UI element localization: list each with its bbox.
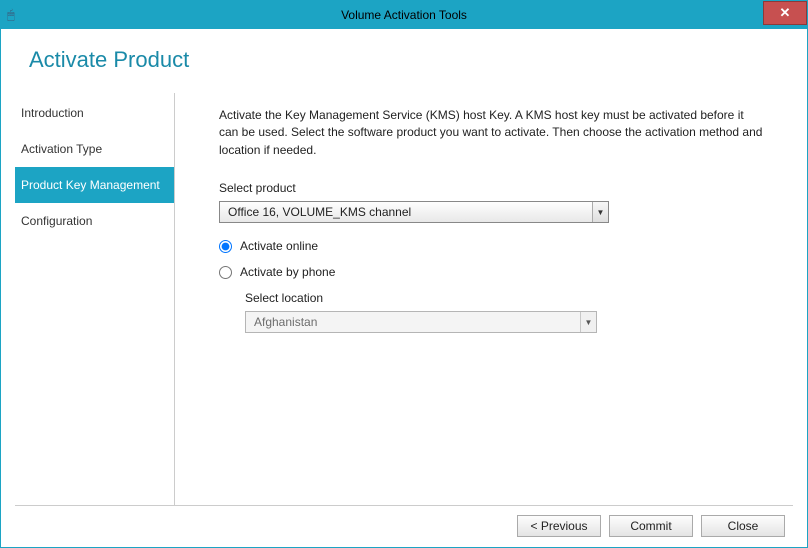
sidebar: Introduction Activation Type Product Key…: [15, 93, 175, 505]
content-area: Activate Product Introduction Activation…: [1, 29, 807, 547]
window-frame: 🖱 Volume Activation Tools ✕ Activate Pro…: [0, 0, 808, 548]
footer-buttons: < Previous Commit Close: [15, 506, 793, 537]
product-select-value: Office 16, VOLUME_KMS channel: [220, 202, 592, 222]
select-product-label: Select product: [219, 181, 763, 195]
location-select-value: Afghanistan: [246, 312, 580, 332]
instruction-text: Activate the Key Management Service (KMS…: [219, 107, 763, 159]
page-title: Activate Product: [29, 47, 793, 73]
radio-activate-by-phone[interactable]: Activate by phone: [219, 265, 763, 279]
sidebar-item-introduction[interactable]: Introduction: [15, 95, 174, 131]
location-select[interactable]: Afghanistan ▼: [245, 311, 597, 333]
product-select[interactable]: Office 16, VOLUME_KMS channel ▼: [219, 201, 609, 223]
close-window-button[interactable]: ✕: [763, 1, 807, 25]
radio-activate-by-phone-label: Activate by phone: [240, 265, 335, 279]
radio-activate-online[interactable]: Activate online: [219, 239, 763, 253]
main-panel: Activate the Key Management Service (KMS…: [175, 93, 793, 505]
sidebar-item-configuration[interactable]: Configuration: [15, 203, 174, 239]
commit-button[interactable]: Commit: [609, 515, 693, 537]
chevron-down-icon: ▼: [592, 202, 608, 222]
window-title: Volume Activation Tools: [1, 8, 807, 22]
close-button[interactable]: Close: [701, 515, 785, 537]
activation-method-group: Activate online Activate by phone Select…: [219, 239, 763, 333]
sidebar-item-activation-type[interactable]: Activation Type: [15, 131, 174, 167]
location-block: Select location Afghanistan ▼: [245, 291, 763, 333]
body-row: Introduction Activation Type Product Key…: [15, 93, 793, 506]
select-location-label: Select location: [245, 291, 763, 305]
sidebar-item-product-key-management[interactable]: Product Key Management: [15, 167, 174, 203]
radio-activate-online-input[interactable]: [219, 240, 232, 253]
radio-activate-by-phone-input[interactable]: [219, 266, 232, 279]
radio-activate-online-label: Activate online: [240, 239, 318, 253]
app-icon: 🖱: [7, 7, 23, 23]
titlebar: 🖱 Volume Activation Tools ✕: [1, 1, 807, 29]
previous-button[interactable]: < Previous: [517, 515, 601, 537]
close-icon: ✕: [780, 5, 791, 21]
chevron-down-icon: ▼: [580, 312, 596, 332]
